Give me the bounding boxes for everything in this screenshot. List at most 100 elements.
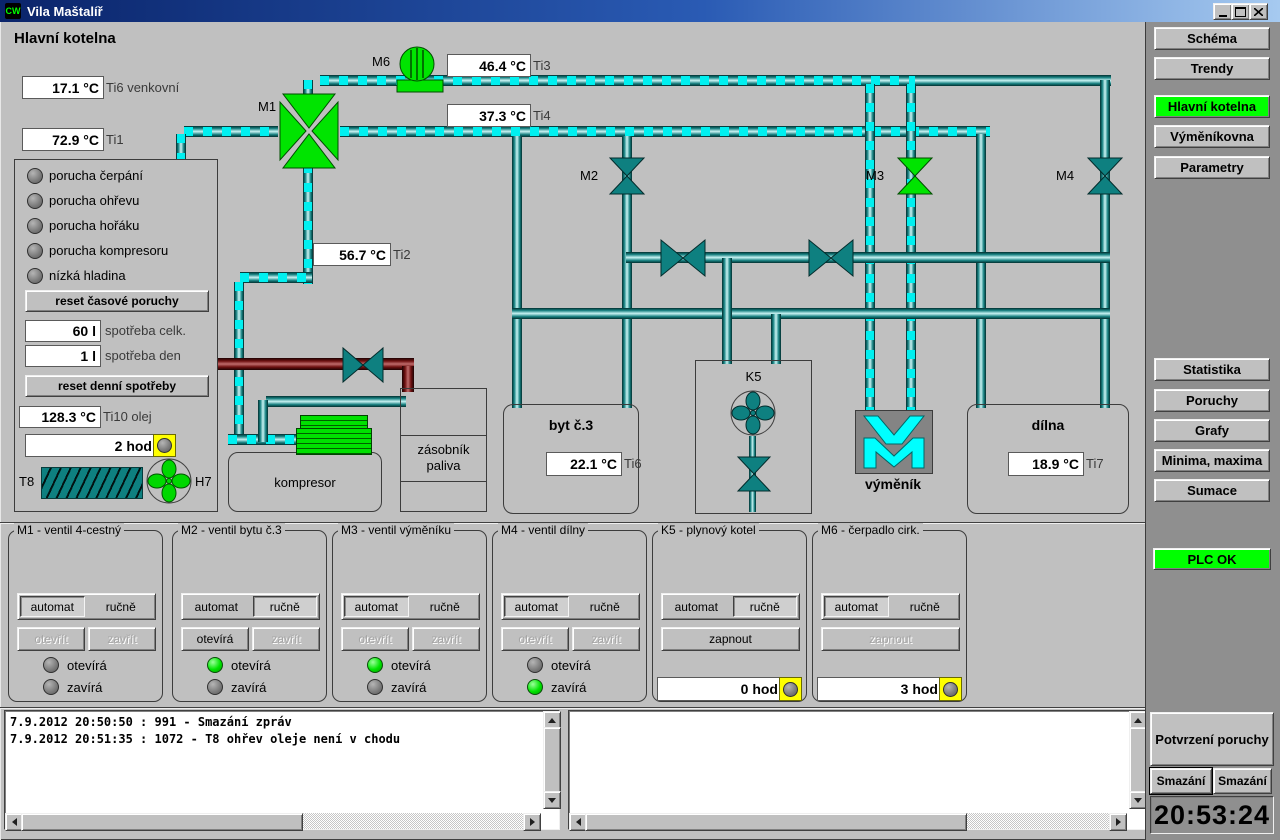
close-button[interactable] [1249, 3, 1268, 20]
pipe-exchanger-left [865, 84, 875, 414]
temp-ti4: 37.3 °C [447, 104, 531, 127]
valve-row-a-right-icon [808, 238, 854, 278]
nav-hlavni-kotelna[interactable]: Hlavní kotelna [1154, 95, 1270, 118]
maximize-button[interactable] [1231, 3, 1250, 20]
panel-m6-led [943, 682, 958, 697]
panel-m3-open-button[interactable]: otevřít [341, 627, 409, 651]
panel-m4-close-button[interactable]: zavřít [572, 627, 640, 651]
reset-daily-consumption-button[interactable]: reset denní spotřeby [25, 375, 209, 397]
valve-row-a-left-icon [660, 238, 706, 278]
control-panel-m2: M2 - ventil bytu č.3 automat ručně oteví… [172, 530, 327, 702]
nav-schema[interactable]: Schéma [1154, 27, 1270, 50]
control-panel-m1: M1 - ventil 4-cestný automat ručně otevř… [8, 530, 163, 702]
valve-m1-4way-icon [277, 92, 341, 170]
compressor-cooler-icon [296, 428, 372, 455]
panel-m6-mode-manual[interactable]: ručně [893, 596, 958, 617]
temp-ti6-flat: 22.1 °C [546, 452, 622, 476]
event-log-right-vscrollbar[interactable] [1129, 711, 1145, 809]
nav-parametry[interactable]: Parametry [1154, 156, 1270, 179]
hscroll-thumb[interactable] [21, 813, 303, 831]
panel-m6-mode-auto[interactable]: automat [824, 596, 889, 617]
consumption-total-value: 60 l [25, 320, 101, 342]
nav-grafy[interactable]: Grafy [1154, 419, 1270, 442]
panel-log-separator [0, 707, 1146, 709]
panel-m4-led-opening-label: otevírá [551, 658, 591, 673]
alarm-label-kompresoru: porucha kompresoru [49, 243, 168, 258]
pipe-k5-stub-left [722, 314, 732, 364]
panel-k5-led [783, 682, 798, 697]
app-icon: CW [5, 3, 21, 19]
panel-k5-mode-manual[interactable]: ručně [733, 596, 798, 617]
panel-m1-mode-auto[interactable]: automat [20, 596, 85, 617]
panel-m1-title: M1 - ventil 4-cestný [14, 523, 124, 537]
panel-m2-mode-auto[interactable]: automat [184, 596, 249, 617]
event-log-left[interactable]: 7.9.2012 20:50:50 : 991 - Smazání zpráv … [4, 710, 560, 830]
k5-burner-fan-icon [729, 389, 777, 437]
clear-button-2[interactable]: Smazání [1213, 768, 1272, 794]
pump-m6-icon [395, 44, 445, 94]
panel-m4-mode-auto[interactable]: automat [504, 596, 569, 617]
nav-vymenikovna[interactable]: Výměníkovna [1154, 125, 1270, 148]
arrow-up-icon [1134, 718, 1142, 723]
event-log-left-vscrollbar[interactable] [543, 711, 559, 809]
temp-ti4-label: Ti4 [533, 108, 551, 123]
panel-m1-mode-manual[interactable]: ručně [89, 596, 154, 617]
panel-m6-indicator-box [939, 677, 962, 701]
alarm-label-hladina: nízká hladina [49, 268, 126, 283]
panel-m2-mode-manual[interactable]: ručně [253, 596, 318, 617]
consumption-daily-value: 1 l [25, 345, 101, 367]
nav-sumace[interactable]: Sumace [1154, 479, 1270, 502]
alarm-label-horaku: porucha hořáku [49, 218, 139, 233]
valve-m3-label: M3 [866, 168, 884, 183]
alarm-led-ohrevu [27, 193, 43, 209]
control-panel-m3: M3 - ventil výměníku automat ručně otevř… [332, 530, 487, 702]
temp-ti3: 46.4 °C [447, 54, 531, 77]
panel-k5-switch-on-button[interactable]: zapnout [661, 627, 800, 651]
panel-m2-open-button[interactable]: otevírá [181, 627, 249, 651]
pipe-m1-down [303, 164, 313, 284]
scroll-down-button[interactable] [543, 791, 561, 809]
alarm-led-hladina [27, 268, 43, 284]
scroll-right-button[interactable] [523, 813, 541, 831]
consumption-daily-label: spotřeba den [105, 348, 181, 363]
hscroll-thumb[interactable] [585, 813, 967, 831]
panel-m1-close-button[interactable]: zavřít [88, 627, 156, 651]
panel-m4-mode-manual[interactable]: ručně [573, 596, 638, 617]
alarm-label-ohrevu: porucha ohřevu [49, 193, 139, 208]
arrow-right-icon [530, 818, 535, 826]
pipe-fuel-horizontal [218, 358, 414, 370]
nav-poruchy[interactable]: Poruchy [1154, 389, 1270, 412]
event-log-right[interactable] [568, 710, 1146, 830]
panel-m2-close-button[interactable]: zavřít [252, 627, 320, 651]
scroll-right-button[interactable] [1109, 813, 1127, 831]
panel-k5-mode-auto[interactable]: automat [664, 596, 729, 617]
acknowledge-fault-button[interactable]: Potvrzení poruchy [1150, 712, 1274, 766]
event-log-right-hscrollbar[interactable] [569, 813, 1127, 829]
pipe-exchanger-right [906, 84, 916, 414]
panel-m3-title: M3 - ventil výměníku [338, 523, 454, 537]
temp-ti10-label: Ti10 olej [103, 409, 152, 424]
temp-ti3-label: Ti3 [533, 58, 551, 73]
nav-minima-maxima[interactable]: Minima, maxima [1154, 449, 1270, 472]
panel-k5-title: K5 - plynový kotel [658, 523, 759, 537]
panel-m6-switch-on-button[interactable]: zapnout [821, 627, 960, 651]
vscroll-thumb[interactable] [543, 727, 561, 795]
panel-m1-open-button[interactable]: otevřít [17, 627, 85, 651]
pipe-row-b [512, 308, 1110, 319]
panel-m3-close-button[interactable]: zavřít [412, 627, 480, 651]
panel-m4-open-button[interactable]: otevřít [501, 627, 569, 651]
nav-statistika[interactable]: Statistika [1154, 358, 1270, 381]
panel-m3-mode-manual[interactable]: ručně [413, 596, 478, 617]
panel-m3-mode-auto[interactable]: automat [344, 596, 409, 617]
clear-button-1[interactable]: Smazání [1150, 768, 1212, 794]
panel-m3-mode-switch: automat ručně [341, 593, 480, 620]
fuel-tank-divider-top [401, 435, 486, 436]
reset-time-faults-button[interactable]: reset časové poruchy [25, 290, 209, 312]
minimize-button[interactable] [1213, 3, 1232, 20]
page-title: Hlavní kotelna [14, 30, 116, 47]
pipe-k5-stub-right [771, 314, 781, 364]
panel-m3-led-closing-label: zavírá [391, 680, 426, 695]
event-log-left-hscrollbar[interactable] [5, 813, 541, 829]
title-bar: CW Vila Maštalíř [0, 0, 1280, 22]
nav-trendy[interactable]: Trendy [1154, 57, 1270, 80]
